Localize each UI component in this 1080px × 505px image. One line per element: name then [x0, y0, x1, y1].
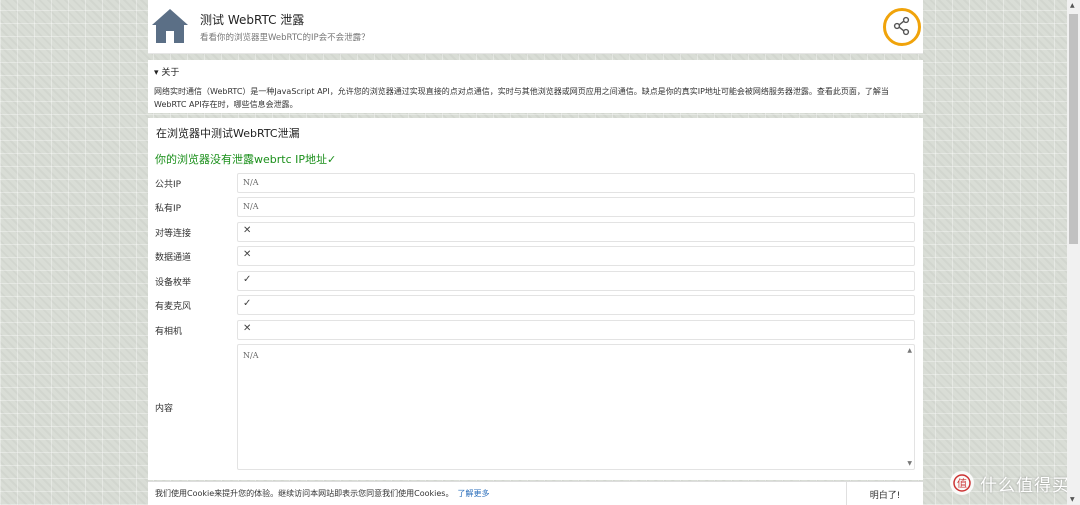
content-textarea[interactable]: N/A ▲ ▼ [237, 344, 915, 470]
row-label: 公共IP [155, 180, 182, 190]
share-icon [892, 16, 912, 39]
scrollbar-thumb[interactable] [1069, 14, 1078, 244]
scrollbar-down-icon[interactable]: ▼ [1070, 496, 1075, 503]
content-label: 内容 [155, 404, 174, 414]
webrtc-test-panel: 在浏览器中测试WebRTC泄漏 你的浏览器没有泄露webrtc IP地址✓ 公共… [148, 118, 923, 480]
cookie-message: 我们使用Cookie来提升您的体验。继续访问本网站即表示您同意我们使用Cooki… [155, 489, 454, 498]
scroll-down-icon[interactable]: ▼ [907, 460, 912, 467]
about-text: 网络实时通信（WebRTC）是一种JavaScript API，允许您的浏览器通… [154, 87, 889, 109]
row-label: 私有IP [155, 204, 182, 214]
cookie-accept-button[interactable]: 明白了! [846, 482, 923, 505]
device-enumeration-field[interactable]: ✓ [237, 271, 915, 291]
page: 测试 WebRTC 泄露 看看你的浏览器里WebRTC的IP会不会泄露？ ▾ 关… [148, 0, 923, 505]
peer-connection-field[interactable]: ✕ [237, 222, 915, 242]
row-label: 有相机 [155, 327, 183, 337]
private-ip-field[interactable]: N/A [237, 197, 915, 217]
page-title: 测试 WebRTC 泄露 [200, 13, 305, 27]
row-label: 有麦克风 [155, 302, 192, 312]
content-value: N/A [243, 351, 259, 360]
row-label: 对等连接 [155, 229, 192, 239]
watermark-logo-text: 值 [957, 477, 967, 490]
watermark-text: 什么值得买 [980, 475, 1070, 496]
watermark: 值 什么值得买 [950, 470, 1070, 496]
about-toggle[interactable]: ▾ 关于 [154, 65, 917, 78]
section-title: 在浏览器中测试WebRTC泄漏 [156, 127, 300, 140]
cookie-banner: 我们使用Cookie来提升您的体验。继续访问本网站即表示您同意我们使用Cooki… [148, 481, 923, 505]
table-row: 数据通道 ✕ [155, 246, 915, 266]
learn-more-link[interactable]: 了解更多 [457, 489, 489, 498]
row-label: 设备枚举 [155, 278, 192, 288]
about-section: ▾ 关于 网络实时通信（WebRTC）是一种JavaScript API，允许您… [148, 60, 923, 113]
page-scrollbar[interactable]: ▲ ▼ [1067, 0, 1080, 505]
table-row: 有相机 ✕ [155, 320, 915, 340]
table-row: 公共IP N/A [155, 173, 915, 193]
table-row: 对等连接 ✕ [155, 222, 915, 242]
share-button[interactable] [883, 8, 921, 46]
table-row: 私有IP N/A [155, 197, 915, 217]
table-row: 有麦克风 ✓ [155, 295, 915, 315]
watermark-logo-icon: 值 [950, 471, 974, 495]
cookie-text: 我们使用Cookie来提升您的体验。继续访问本网站即表示您同意我们使用Cooki… [155, 488, 489, 499]
has-microphone-field[interactable]: ✓ [237, 295, 915, 315]
leak-status: 你的浏览器没有泄露webrtc IP地址✓ [155, 153, 337, 166]
header: 测试 WebRTC 泄露 看看你的浏览器里WebRTC的IP会不会泄露？ [148, 0, 923, 54]
table-row: 设备枚举 ✓ [155, 271, 915, 291]
home-icon[interactable] [151, 7, 189, 45]
scrollbar-up-icon[interactable]: ▲ [1070, 2, 1075, 9]
has-camera-field[interactable]: ✕ [237, 320, 915, 340]
content-row: 内容 N/A ▲ ▼ [155, 344, 915, 470]
public-ip-field[interactable]: N/A [237, 173, 915, 193]
data-channel-field[interactable]: ✕ [237, 246, 915, 266]
row-label: 数据通道 [155, 253, 192, 263]
page-subtitle: 看看你的浏览器里WebRTC的IP会不会泄露？ [200, 33, 370, 43]
scroll-up-icon[interactable]: ▲ [907, 347, 912, 354]
